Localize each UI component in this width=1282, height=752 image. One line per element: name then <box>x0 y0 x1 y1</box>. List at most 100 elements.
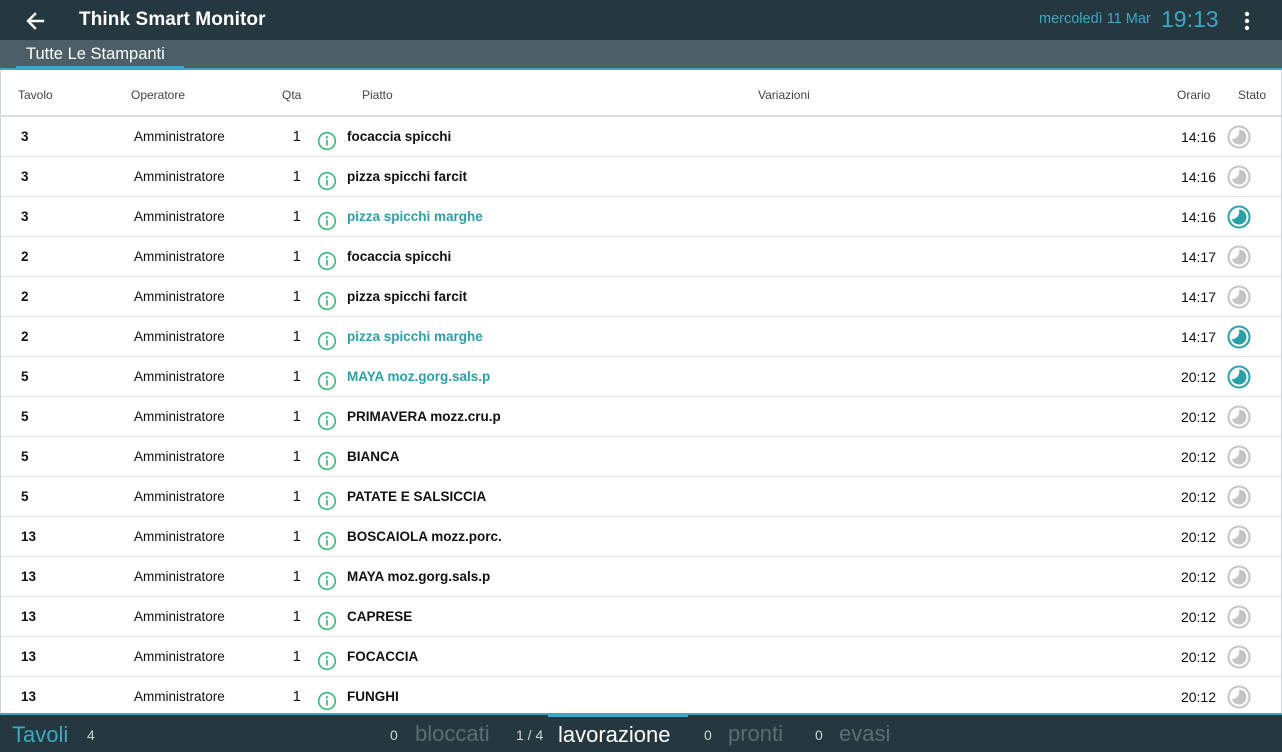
clock-status-icon[interactable] <box>1227 645 1251 669</box>
info-circle-icon[interactable] <box>317 407 337 431</box>
cell-tavolo: 13 <box>21 689 37 704</box>
info-circle-icon[interactable] <box>317 207 337 231</box>
more-vert-icon[interactable] <box>1238 10 1256 32</box>
cell-operatore: Amministratore <box>134 249 225 264</box>
table-row[interactable]: 5 Amministratore 1 PRIMAVERA mozz.cru.p 20:1… <box>1 397 1281 437</box>
info-circle-icon[interactable] <box>317 607 337 631</box>
cell-operatore: Amministratore <box>134 169 225 184</box>
info-circle-icon[interactable] <box>317 287 337 311</box>
table-row[interactable]: 2 Amministratore 1 pizza spicchi marghe 14:1… <box>1 317 1281 357</box>
cell-orario: 20:12 <box>1180 369 1216 385</box>
info-circle-icon[interactable] <box>317 127 337 151</box>
clock-status-icon[interactable] <box>1227 485 1251 509</box>
column-header-qta: Qta <box>282 88 302 102</box>
cell-piatto: MAYA moz.gorg.sals.p <box>347 369 491 384</box>
clock-status-icon[interactable] <box>1227 405 1251 429</box>
info-circle-icon[interactable] <box>317 487 337 511</box>
cell-orario: 20:12 <box>1180 529 1216 545</box>
info-circle-icon[interactable] <box>317 567 337 591</box>
pronti-count: 0 <box>704 727 712 743</box>
cell-qta: 1 <box>292 448 301 465</box>
table-row[interactable]: 2 Amministratore 1 pizza spicchi farcit 14:1… <box>1 277 1281 317</box>
cell-piatto: focaccia spicchi <box>347 249 452 264</box>
clock-status-icon[interactable] <box>1227 565 1251 589</box>
cell-operatore: Amministratore <box>134 569 225 584</box>
clock-status-icon[interactable] <box>1227 325 1251 349</box>
clock-status-icon[interactable] <box>1227 365 1251 389</box>
info-circle-icon[interactable] <box>317 447 337 471</box>
filter-bloccati[interactable]: bloccati <box>415 721 490 747</box>
cell-piatto: focaccia spicchi <box>347 129 452 144</box>
table-row[interactable]: 5 Amministratore 1 PATATE E SALSICCIA 20:12 <box>1 477 1281 517</box>
cell-tavolo: 3 <box>21 209 29 224</box>
table-row[interactable]: 13 Amministratore 1 MAYA moz.gorg.sals.p 20:… <box>1 557 1281 597</box>
clock-status-icon[interactable] <box>1227 165 1251 189</box>
cell-qta: 1 <box>292 288 301 305</box>
cell-operatore: Amministratore <box>134 209 225 224</box>
cell-operatore: Amministratore <box>134 369 225 384</box>
table-row[interactable]: 13 Amministratore 1 BOSCAIOLA mozz.porc. 20:… <box>1 517 1281 557</box>
cell-orario: 20:12 <box>1180 409 1216 425</box>
table-row[interactable]: 3 Amministratore 1 focaccia spicchi 14:16 <box>1 117 1281 157</box>
clock-status-icon[interactable] <box>1227 245 1251 269</box>
cell-tavolo: 3 <box>21 169 29 184</box>
back-arrow-icon[interactable] <box>22 8 48 34</box>
clock-status-icon[interactable] <box>1227 525 1251 549</box>
table-row[interactable]: 13 Amministratore 1 CAPRESE 20:12 <box>1 597 1281 637</box>
table-row[interactable]: 3 Amministratore 1 pizza spicchi marghe 14:1… <box>1 197 1281 237</box>
info-circle-icon[interactable] <box>317 247 337 271</box>
info-circle-icon[interactable] <box>317 647 337 671</box>
tavoli-button[interactable]: Tavoli <box>12 722 68 748</box>
cell-piatto: pizza spicchi farcit <box>347 289 468 304</box>
table-row[interactable]: 13 Amministratore 1 FUNGHI 20:12 <box>1 677 1281 713</box>
clock-status-icon[interactable] <box>1227 205 1251 229</box>
cell-orario: 20:12 <box>1180 689 1216 705</box>
bloccati-count: 0 <box>390 727 398 743</box>
filter-evasi[interactable]: evasi <box>839 721 890 747</box>
table-row[interactable]: 5 Amministratore 1 MAYA moz.gorg.sals.p 20:1… <box>1 357 1281 397</box>
clock-status-icon[interactable] <box>1227 605 1251 629</box>
cell-orario: 20:12 <box>1180 569 1216 585</box>
app-title: Think Smart Monitor <box>79 9 266 30</box>
clock-status-icon[interactable] <box>1227 445 1251 469</box>
cell-orario: 20:12 <box>1180 489 1216 505</box>
clock-status-icon[interactable] <box>1227 285 1251 309</box>
cell-piatto: pizza spicchi farcit <box>347 169 468 184</box>
info-circle-icon[interactable] <box>317 367 337 391</box>
info-circle-icon[interactable] <box>317 167 337 191</box>
cell-qta: 1 <box>292 648 301 665</box>
filter-pronti[interactable]: pronti <box>728 721 783 747</box>
status-footer: Tavoli 4 0 bloccati 1 / 4 lavorazione 0 … <box>0 713 1282 752</box>
cell-operatore: Amministratore <box>134 529 225 544</box>
column-header-piatto: Piatto <box>362 88 393 102</box>
info-circle-icon[interactable] <box>317 687 337 711</box>
filter-lavorazione[interactable]: lavorazione <box>558 722 671 748</box>
cell-tavolo: 3 <box>21 129 29 144</box>
cell-piatto: MAYA moz.gorg.sals.p <box>347 569 491 584</box>
cell-tavolo: 5 <box>21 489 29 504</box>
table-row[interactable]: 5 Amministratore 1 BIANCA 20:12 <box>1 437 1281 477</box>
cell-qta: 1 <box>292 368 301 385</box>
cell-orario: 14:17 <box>1180 329 1216 345</box>
cell-piatto: FUNGHI <box>347 689 399 704</box>
table-row[interactable]: 3 Amministratore 1 pizza spicchi farcit 14:1… <box>1 157 1281 197</box>
clock-status-icon[interactable] <box>1227 685 1251 709</box>
clock-status-icon[interactable] <box>1227 125 1251 149</box>
column-header-operatore: Operatore <box>131 88 186 102</box>
column-header-variazioni: Variazioni <box>758 88 810 102</box>
cell-piatto: PRIMAVERA mozz.cru.p <box>347 409 501 424</box>
lavorazione-count: 1 / 4 <box>516 727 544 743</box>
app-bar: Think Smart Monitor mercoledì 11 Mar 19:… <box>0 0 1282 40</box>
table-row[interactable]: 13 Amministratore 1 FOCACCIA 20:12 <box>1 637 1281 677</box>
cell-qta: 1 <box>292 608 301 625</box>
cell-operatore: Amministratore <box>134 689 225 704</box>
info-circle-icon[interactable] <box>317 527 337 551</box>
cell-piatto: BOSCAIOLA mozz.porc. <box>347 529 502 544</box>
table-header: Tavolo Operatore Qta Piatto Variazioni O… <box>1 70 1281 117</box>
info-circle-icon[interactable] <box>317 327 337 351</box>
evasi-count: 0 <box>815 727 823 743</box>
cell-qta: 1 <box>292 688 301 705</box>
cell-orario: 14:17 <box>1180 249 1216 265</box>
table-row[interactable]: 2 Amministratore 1 focaccia spicchi 14:17 <box>1 237 1281 277</box>
tab-tutte-le-stampanti[interactable]: Tutte Le Stampanti <box>16 40 184 68</box>
